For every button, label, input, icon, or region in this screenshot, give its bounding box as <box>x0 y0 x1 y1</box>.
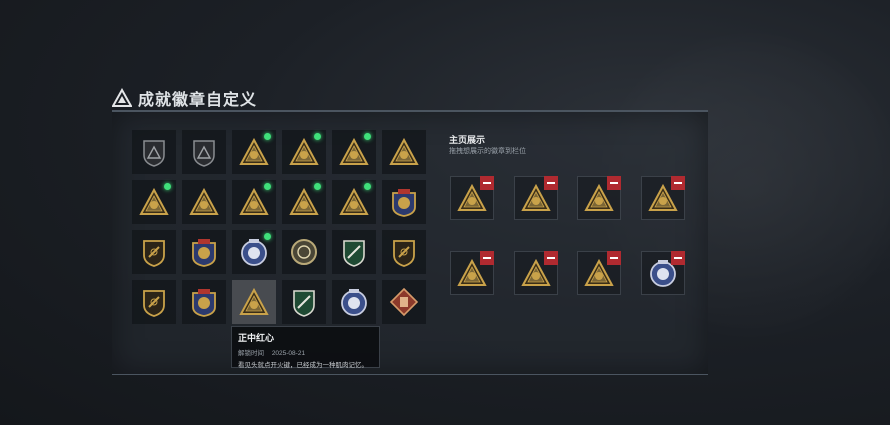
badge-cell[interactable] <box>232 180 276 224</box>
badge-cell[interactable] <box>232 130 276 174</box>
badge-cell[interactable] <box>382 230 426 274</box>
new-indicator-dot <box>264 183 271 190</box>
new-indicator-dot <box>164 183 171 190</box>
tooltip-unlock-date: 2025-08-21 <box>271 350 306 357</box>
police-badge-icon <box>239 237 269 267</box>
page-header: 成就徽章自定义 <box>112 86 257 110</box>
triangle-shield-icon <box>139 137 169 167</box>
badge-cell[interactable] <box>132 180 176 224</box>
green-rifle-shield-icon <box>339 237 369 267</box>
badge-cell[interactable] <box>282 180 326 224</box>
badge-cell[interactable] <box>182 280 226 324</box>
star-medal-icon <box>389 187 419 217</box>
showcase-subtitle: 拖拽想展示的徽章到栏位 <box>449 148 526 155</box>
showcase-slot[interactable] <box>641 176 685 220</box>
badge-cell[interactable] <box>332 280 376 324</box>
rider-coin-icon <box>339 287 369 317</box>
knife-shield-icon <box>139 287 169 317</box>
badge-cell[interactable] <box>332 180 376 224</box>
badge-cell[interactable] <box>332 130 376 174</box>
badge-cell[interactable] <box>232 280 276 324</box>
tooltip-badge-name: 正中红心 <box>238 333 275 343</box>
wings-hexagon-icon <box>289 287 319 317</box>
squad-triangle-icon <box>239 187 269 217</box>
new-indicator-dot <box>314 133 321 140</box>
number-one-triangle-icon <box>189 187 219 217</box>
remove-badge-button[interactable] <box>671 176 685 190</box>
showcase-slot[interactable] <box>450 176 494 220</box>
showcase-slot[interactable] <box>514 251 558 295</box>
badge-cell[interactable] <box>132 230 176 274</box>
remove-badge-button[interactable] <box>544 176 558 190</box>
backpack-triangle-icon <box>339 137 369 167</box>
remove-badge-button[interactable] <box>480 176 494 190</box>
helmet-triangle-icon <box>139 187 169 217</box>
new-indicator-dot <box>364 183 371 190</box>
anchor-crest-icon <box>189 287 219 317</box>
tooltip-unlock-row: 解锁时间 2025-08-21 <box>238 347 373 357</box>
tooltip-description: 看见头就点开火键，已经成为一种肌肉记忆。 <box>238 362 368 369</box>
badge-cell[interactable] <box>282 280 326 324</box>
badge-cell[interactable] <box>282 130 326 174</box>
page-title: 成就徽章自定义 <box>138 92 258 109</box>
remove-badge-button[interactable] <box>544 251 558 265</box>
badge-cell[interactable] <box>382 130 426 174</box>
new-indicator-dot <box>264 133 271 140</box>
new-indicator-dot <box>364 133 371 140</box>
remove-badge-button[interactable] <box>671 251 685 265</box>
badge-cell[interactable] <box>232 230 276 274</box>
rifle-shield-icon <box>389 237 419 267</box>
triangle-logo-icon <box>112 88 132 107</box>
badge-cell[interactable] <box>382 280 426 324</box>
target-diamond-icon <box>239 287 269 317</box>
badge-cell[interactable] <box>132 280 176 324</box>
remove-badge-button[interactable] <box>607 176 621 190</box>
badge-cell[interactable] <box>382 180 426 224</box>
skull-triangle-icon <box>239 137 269 167</box>
showcase-slot[interactable] <box>641 251 685 295</box>
new-indicator-dot <box>314 183 321 190</box>
new-indicator-dot <box>264 233 271 240</box>
badge-cell[interactable] <box>332 230 376 274</box>
badge-cell[interactable] <box>182 230 226 274</box>
soldier-58-triangle-icon <box>289 137 319 167</box>
badge-tooltip: 正中红心 解锁时间 2025-08-21 看见头就点开火键，已经成为一种肌肉记忆… <box>231 326 380 369</box>
gun-coin-icon <box>289 237 319 267</box>
badge-grid <box>132 130 426 324</box>
badge-cell[interactable] <box>282 230 326 274</box>
door-triangle-icon <box>389 137 419 167</box>
crest-medal-icon <box>189 237 219 267</box>
helicopter-shield-icon <box>189 137 219 167</box>
remove-badge-button[interactable] <box>480 251 494 265</box>
tooltip-unlock-label: 解锁时间 <box>238 350 264 357</box>
badge-cell[interactable] <box>182 180 226 224</box>
showcase-title: 主页展示 <box>449 135 486 145</box>
showcase-slot[interactable] <box>577 251 621 295</box>
badge-panel: 主页展示 拖拽想展示的徽章到栏位 <box>112 110 708 375</box>
medic-shield-icon <box>139 237 169 267</box>
remove-badge-button[interactable] <box>607 251 621 265</box>
badge-cell[interactable] <box>132 130 176 174</box>
eagle-triangle-icon <box>289 187 319 217</box>
showcase-slot[interactable] <box>450 251 494 295</box>
badge-cell[interactable] <box>182 130 226 174</box>
soldiers-triangle-icon <box>339 187 369 217</box>
showcase-slot[interactable] <box>577 176 621 220</box>
armor-diamond-icon <box>389 287 419 317</box>
showcase-slot[interactable] <box>514 176 558 220</box>
